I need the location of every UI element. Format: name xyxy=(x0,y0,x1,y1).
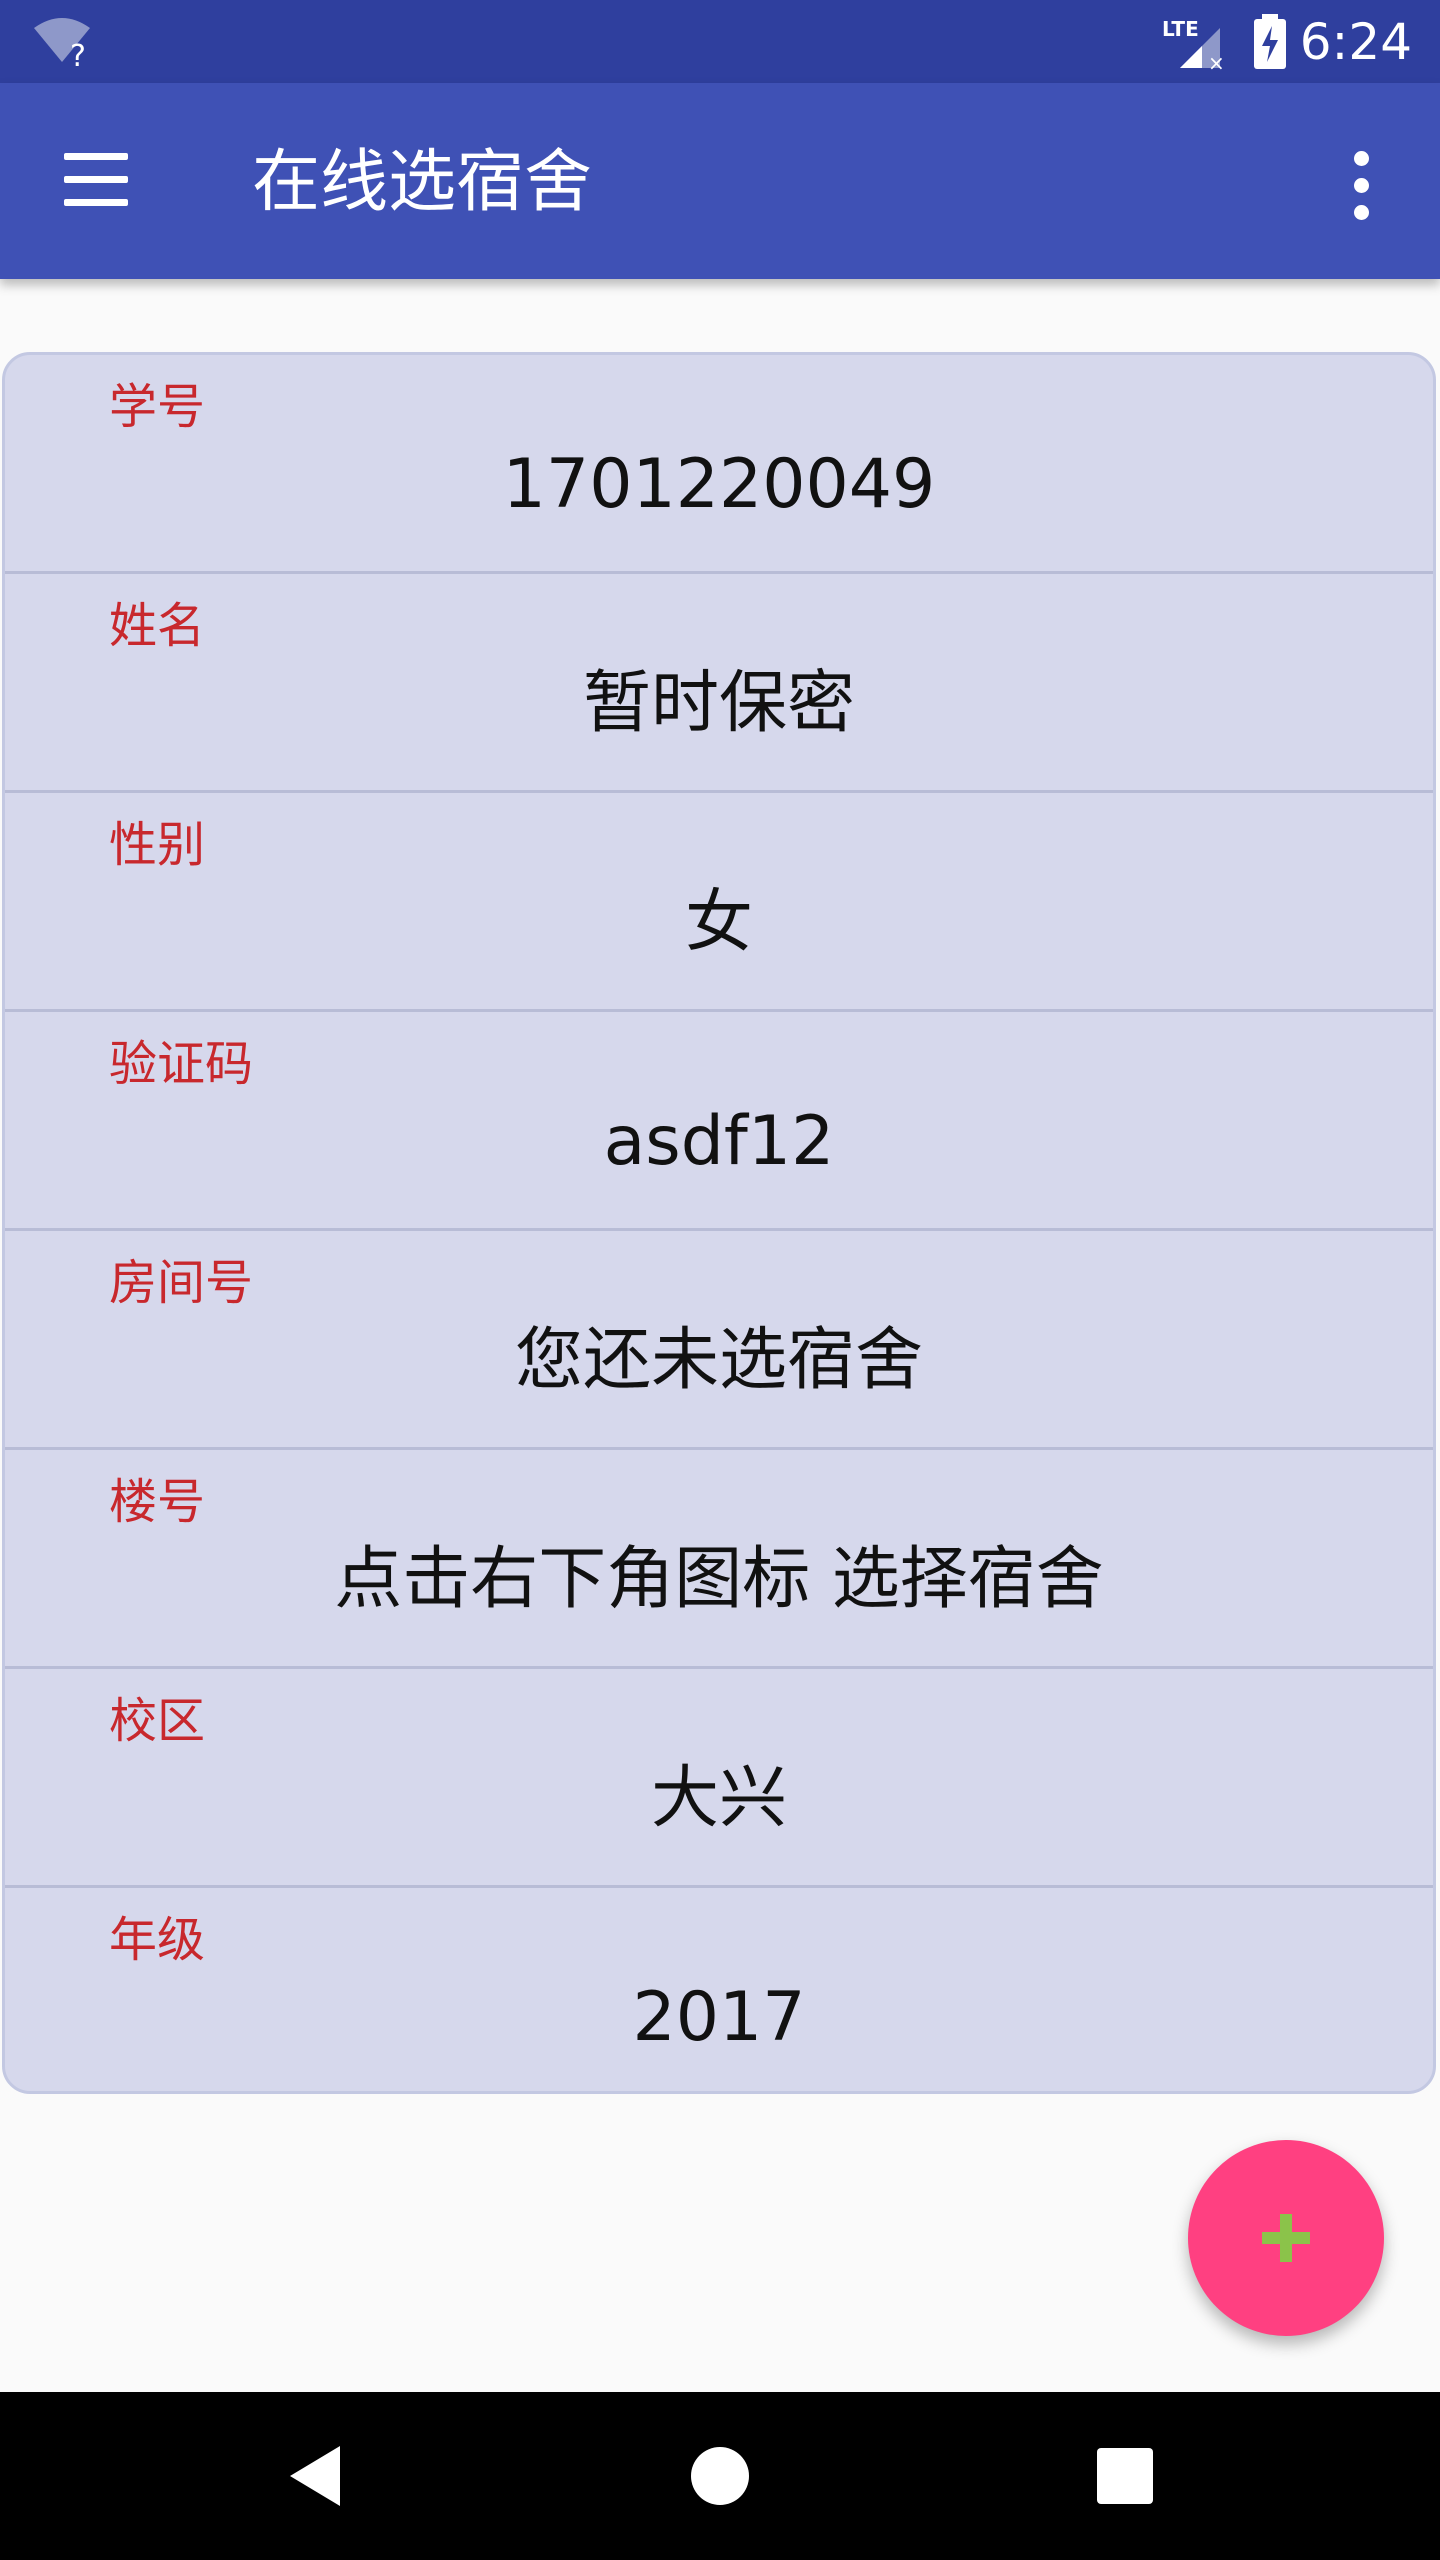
add-dorm-fab[interactable] xyxy=(1188,2140,1384,2336)
field-label: 房间号 xyxy=(109,1255,254,1311)
recents-icon[interactable] xyxy=(1085,2436,1165,2516)
back-icon[interactable] xyxy=(278,2436,358,2516)
field-label: 年级 xyxy=(109,1912,206,1968)
field-value: 2017 xyxy=(632,1978,806,2057)
field-row-gender: 性别 女 xyxy=(5,793,1433,1012)
app-bar: 在线选宿舍 xyxy=(0,83,1440,279)
field-value: 暂时保密 xyxy=(582,664,855,743)
add-icon xyxy=(1262,2214,1310,2262)
field-value: 大兴 xyxy=(650,1759,787,1838)
field-label: 楼号 xyxy=(109,1474,206,1530)
field-label: 验证码 xyxy=(109,1036,254,1092)
field-value: 您还未选宿舍 xyxy=(514,1321,923,1400)
field-row-name: 姓名 暂时保密 xyxy=(5,574,1433,793)
lte-signal-icon: LTE × xyxy=(1162,17,1225,70)
svg-text:×: × xyxy=(1208,51,1225,70)
field-row-room-number: 房间号 您还未选宿舍 xyxy=(5,1231,1433,1450)
more-vert-icon[interactable] xyxy=(1340,151,1384,221)
svg-text:LTE: LTE xyxy=(1162,17,1199,41)
home-icon[interactable] xyxy=(680,2436,760,2516)
student-info-card: 学号 1701220049 姓名 暂时保密 性别 女 验证码 asdf12 房间… xyxy=(2,352,1436,2094)
navigation-bar xyxy=(0,2392,1440,2560)
wifi-unknown-icon: ? xyxy=(34,18,90,70)
field-value: 女 xyxy=(684,883,753,962)
field-row-student-id: 学号 1701220049 xyxy=(5,355,1433,574)
field-row-building-number: 楼号 点击右下角图标 选择宿舍 xyxy=(5,1450,1433,1669)
svg-text:?: ? xyxy=(70,39,86,70)
field-value: 点击右下角图标 选择宿舍 xyxy=(334,1540,1104,1619)
battery-charging-icon xyxy=(1254,14,1286,69)
field-value: 1701220049 xyxy=(502,445,936,524)
field-label: 姓名 xyxy=(109,598,206,654)
field-row-campus: 校区 大兴 xyxy=(5,1669,1433,1888)
field-row-grade: 年级 2017 xyxy=(5,1888,1433,2091)
field-label: 学号 xyxy=(109,379,206,435)
field-row-verification-code: 验证码 asdf12 xyxy=(5,1012,1433,1231)
field-value: asdf12 xyxy=(603,1102,835,1181)
status-time: 6:24 xyxy=(1299,13,1412,71)
status-bar: ? LTE × 6:24 xyxy=(0,0,1440,83)
field-label: 校区 xyxy=(109,1693,206,1749)
menu-icon[interactable] xyxy=(58,153,138,211)
field-label: 性别 xyxy=(109,817,206,873)
app-title: 在线选宿舍 xyxy=(252,143,593,222)
